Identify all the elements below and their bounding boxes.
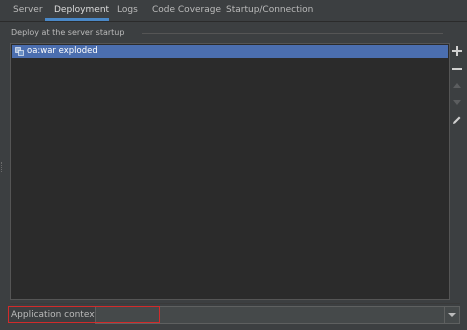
add-button[interactable] (450, 46, 464, 60)
section-divider (142, 33, 443, 34)
selected-tab-indicator (45, 18, 109, 21)
splitter-handle[interactable] (1, 162, 4, 172)
pencil-icon (453, 116, 461, 124)
application-context-combobox[interactable] (95, 306, 460, 324)
move-up-button[interactable] (450, 81, 464, 95)
plus-icon (452, 46, 462, 56)
deploy-section-label: Deploy at the server startup (11, 28, 125, 37)
arrow-down-icon (453, 100, 461, 105)
bottom-divider (10, 303, 460, 304)
application-context-label: Application context: (11, 310, 102, 320)
list-item[interactable]: oa:war exploded (12, 45, 448, 58)
chevron-down-icon (448, 313, 456, 317)
arrow-up-icon (453, 83, 461, 88)
edit-button[interactable] (450, 115, 464, 129)
minus-icon (452, 68, 462, 70)
tab-bar: Server Deployment Logs Code Coverage Sta… (0, 0, 467, 22)
run-configuration-panel: Server Deployment Logs Code Coverage Sta… (0, 0, 467, 330)
artifact-icon (15, 47, 24, 56)
tab-logs[interactable]: Logs (117, 0, 138, 21)
tab-code-coverage[interactable]: Code Coverage (152, 0, 221, 21)
tab-startup-connection[interactable]: Startup/Connection (226, 0, 313, 21)
combobox-dropdown-button[interactable] (444, 307, 459, 323)
remove-button[interactable] (450, 64, 464, 78)
deploy-artifact-list[interactable]: oa:war exploded (10, 43, 450, 300)
tab-server[interactable]: Server (13, 0, 43, 21)
list-item-label: oa:war exploded (27, 46, 98, 56)
move-down-button[interactable] (450, 97, 464, 111)
